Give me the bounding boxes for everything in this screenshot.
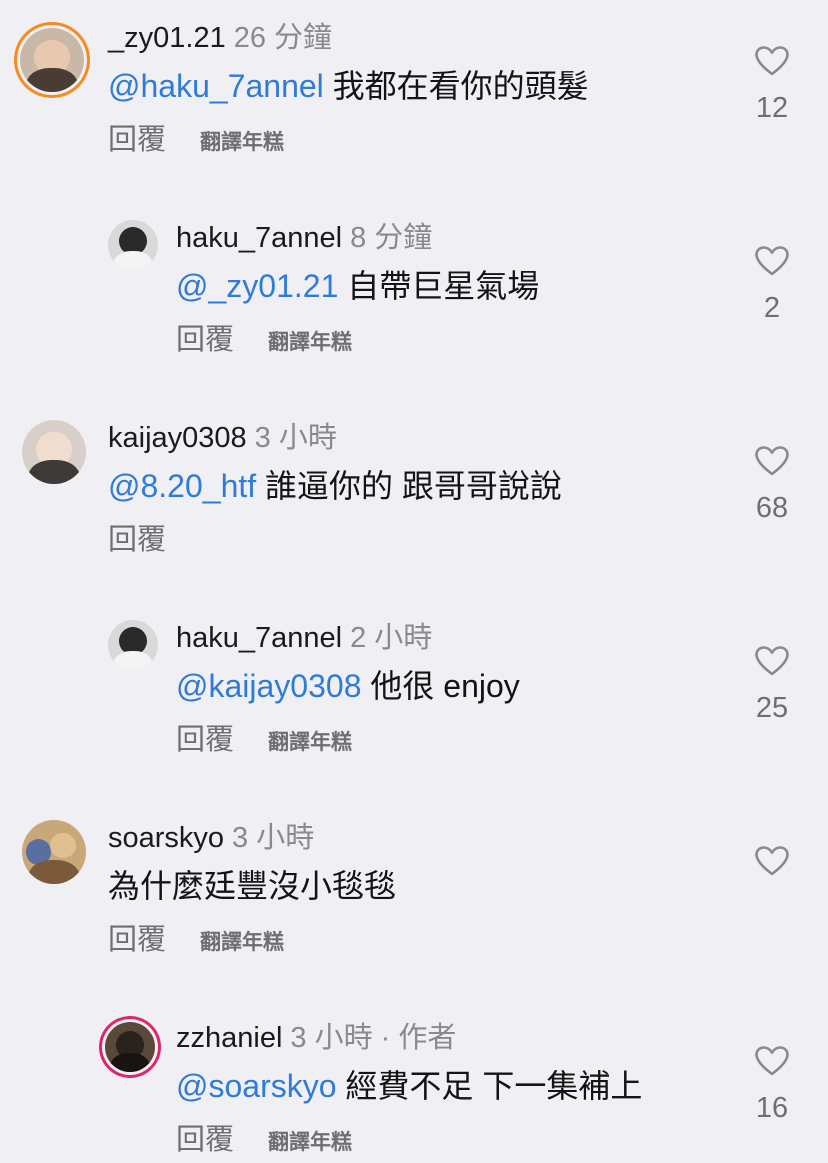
heart-outline-icon[interactable]	[755, 1046, 789, 1076]
heart-outline-icon[interactable]	[755, 46, 789, 76]
avatar[interactable]	[108, 220, 158, 270]
avatar[interactable]	[22, 820, 86, 884]
comment-text: 為什麼廷豐沒小毯毯	[108, 866, 396, 906]
avatar[interactable]	[20, 28, 84, 92]
timestamp: 8 分鐘	[350, 222, 433, 254]
timestamp: 3 小時 · 作者	[290, 1022, 457, 1054]
translate-button[interactable]: 翻譯年糕	[268, 731, 352, 754]
username[interactable]: kaijay0308	[108, 422, 247, 454]
mention-link[interactable]: @8.20_htf	[108, 468, 256, 504]
reply-button[interactable]: 回覆	[108, 524, 166, 556]
like-button[interactable]	[742, 846, 802, 890]
comment-body: 自帶巨星氣場	[338, 268, 540, 304]
mention-link[interactable]: @soarskyo	[176, 1068, 337, 1104]
avatar[interactable]	[105, 1022, 155, 1072]
heart-outline-icon[interactable]	[755, 446, 789, 476]
comment-body: 誰逼你的 跟哥哥說說	[256, 468, 562, 504]
timestamp: 26 分鐘	[233, 22, 333, 54]
mention-link[interactable]: @haku_7annel	[108, 68, 324, 104]
comment-body: 為什麼廷豐沒小毯毯	[108, 868, 397, 904]
reply-button[interactable]: 回覆	[108, 124, 166, 156]
like-count: 16	[755, 1092, 789, 1124]
like-count: 12	[755, 92, 789, 124]
timestamp: 3 小時	[232, 822, 315, 854]
avatar[interactable]	[108, 620, 158, 670]
username[interactable]: haku_7annel	[176, 222, 342, 254]
like-count: 2	[763, 292, 781, 324]
like-count: 25	[755, 692, 789, 724]
mention-link[interactable]: @_zy01.21	[176, 268, 338, 304]
like-button[interactable]: 12	[742, 46, 802, 126]
reply-button[interactable]: 回覆	[176, 1124, 234, 1156]
reply-button[interactable]: 回覆	[108, 924, 166, 956]
username[interactable]: haku_7annel	[176, 622, 342, 654]
username[interactable]: soarskyo	[108, 822, 224, 854]
comment-body: 我都在看你的頭髮	[323, 68, 589, 104]
reply-button[interactable]: 回覆	[176, 324, 234, 356]
heart-outline-icon[interactable]	[755, 246, 789, 276]
heart-outline-icon[interactable]	[755, 646, 789, 676]
comment-text: @kaijay0308 他很 enjoy	[176, 666, 520, 706]
comment-text: @8.20_htf 誰逼你的 跟哥哥說說	[108, 466, 562, 506]
translate-button[interactable]: 翻譯年糕	[268, 1131, 352, 1154]
like-button[interactable]: 16	[742, 1046, 802, 1126]
like-button[interactable]: 68	[742, 446, 802, 526]
timestamp: 2 小時	[350, 622, 433, 654]
comment-text: @haku_7annel 我都在看你的頭髮	[108, 66, 589, 106]
like-count: 68	[755, 492, 789, 524]
avatar[interactable]	[22, 420, 86, 484]
username[interactable]: zzhaniel	[176, 1022, 282, 1054]
mention-link[interactable]: @kaijay0308	[176, 668, 361, 704]
reply-button[interactable]: 回覆	[176, 724, 234, 756]
comment-body: 經費不足 下一集補上	[336, 1068, 643, 1104]
translate-button[interactable]: 翻譯年糕	[200, 931, 284, 954]
username[interactable]: _zy01.21	[108, 22, 226, 54]
heart-outline-icon[interactable]	[755, 846, 789, 876]
translate-button[interactable]: 翻譯年糕	[200, 131, 284, 154]
comment-text: @soarskyo 經費不足 下一集補上	[176, 1066, 642, 1106]
timestamp: 3 小時	[254, 422, 337, 454]
translate-button[interactable]: 翻譯年糕	[268, 331, 352, 354]
like-button[interactable]: 25	[742, 646, 802, 726]
comment-body: 他很 enjoy	[361, 668, 520, 704]
comment-text: @_zy01.21 自帶巨星氣場	[176, 266, 539, 306]
like-button[interactable]: 2	[742, 246, 802, 326]
